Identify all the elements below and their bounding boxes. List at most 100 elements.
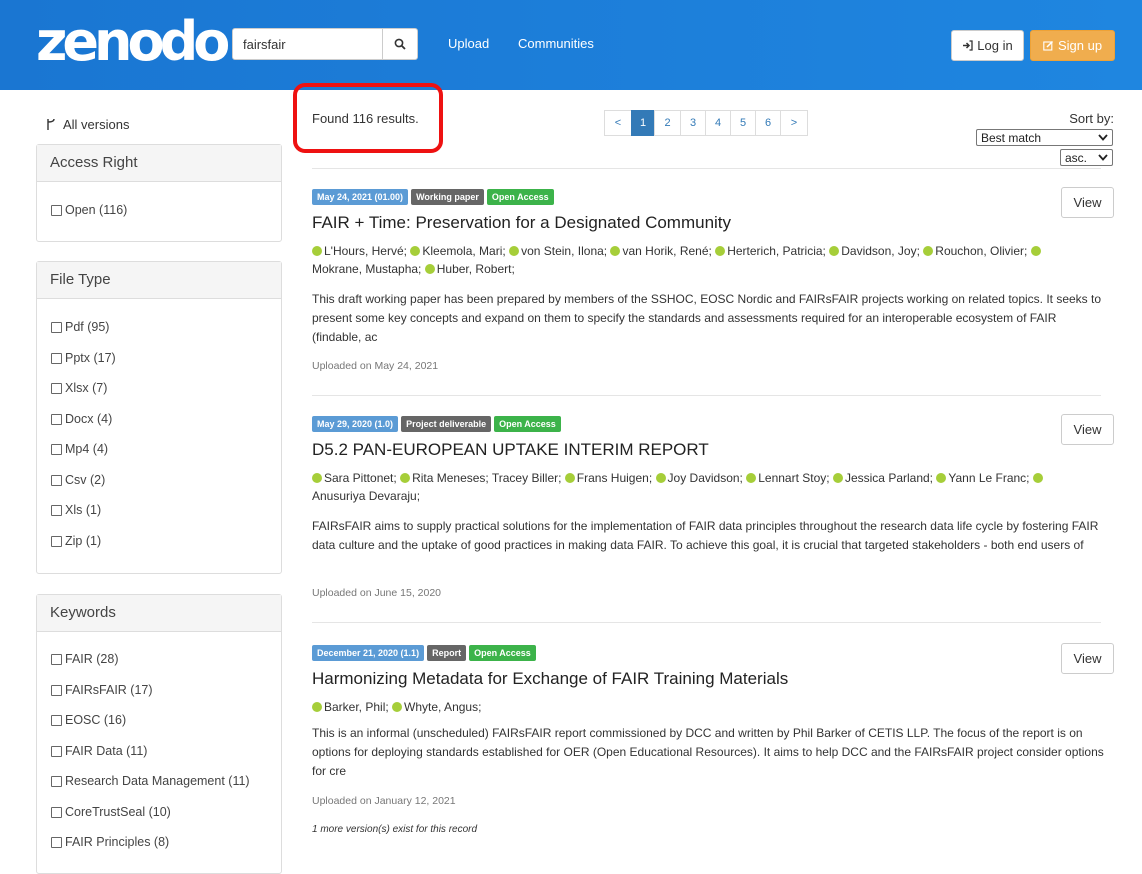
orcid-icon[interactable] bbox=[312, 702, 322, 712]
checkbox[interactable] bbox=[51, 413, 62, 425]
checkbox[interactable] bbox=[51, 443, 62, 455]
view-button[interactable]: View bbox=[1061, 414, 1114, 445]
facet-label: Open (116) bbox=[65, 203, 128, 217]
orcid-icon[interactable] bbox=[312, 473, 322, 483]
orcid-icon[interactable] bbox=[746, 473, 757, 483]
resource-type-badge[interactable]: Working paper bbox=[411, 189, 484, 205]
page-4[interactable]: 4 bbox=[705, 110, 731, 136]
checkbox[interactable] bbox=[51, 474, 62, 486]
orcid-icon[interactable] bbox=[1030, 246, 1041, 256]
facet-mp4[interactable]: Mp4 (4) bbox=[51, 442, 108, 456]
record-description: This draft working paper has been prepar… bbox=[312, 292, 1102, 344]
login-button[interactable]: Log in bbox=[951, 30, 1024, 61]
view-button[interactable]: View bbox=[1061, 187, 1114, 218]
author: Huber, Robert; bbox=[436, 262, 515, 276]
checkbox[interactable] bbox=[51, 535, 62, 547]
facet-keyword[interactable]: Research Data Management (11) bbox=[51, 774, 250, 788]
checkbox[interactable] bbox=[51, 684, 62, 696]
page-5[interactable]: 5 bbox=[730, 110, 756, 136]
checkbox[interactable] bbox=[51, 653, 62, 665]
record-title[interactable]: Harmonizing Metadata for Exchange of FAI… bbox=[312, 669, 788, 689]
orcid-icon[interactable] bbox=[400, 473, 411, 483]
author: Lennart Stoy; bbox=[758, 471, 830, 485]
orcid-icon[interactable] bbox=[923, 246, 934, 256]
version-date-badge[interactable]: May 29, 2020 (1.0) bbox=[312, 416, 399, 432]
author: Sara Pittonet; bbox=[324, 471, 397, 485]
facet-xls[interactable]: Xls (1) bbox=[51, 503, 101, 517]
orcid-icon[interactable] bbox=[1032, 473, 1043, 483]
resource-type-badge[interactable]: Project deliverable bbox=[401, 416, 492, 432]
page-6[interactable]: 6 bbox=[755, 110, 781, 136]
sort-by-label: Sort by: bbox=[1069, 111, 1114, 126]
record-description: FAIRsFAIR aims to supply practical solut… bbox=[312, 519, 1099, 552]
checkbox[interactable] bbox=[51, 806, 62, 818]
facet-keyword[interactable]: FAIR Data (11) bbox=[51, 744, 147, 758]
facet-docx[interactable]: Docx (4) bbox=[51, 412, 112, 426]
resource-type-badge[interactable]: Report bbox=[427, 645, 467, 661]
record-title[interactable]: FAIR + Time: Preservation for a Designat… bbox=[312, 213, 731, 233]
orcid-icon[interactable] bbox=[655, 473, 666, 483]
access-badge[interactable]: Open Access bbox=[494, 416, 561, 432]
facet-keyword[interactable]: EOSC (16) bbox=[51, 713, 126, 727]
checkbox[interactable] bbox=[51, 714, 62, 726]
version-date-badge[interactable]: December 21, 2020 (1.1) bbox=[312, 645, 425, 661]
facet-keyword[interactable]: FAIR (28) bbox=[51, 652, 119, 666]
order-select[interactable]: asc. bbox=[1060, 149, 1113, 166]
sort-select[interactable]: Best match bbox=[976, 129, 1113, 146]
author: Yann Le Franc; bbox=[948, 471, 1030, 485]
author: Mokrane, Mustapha; bbox=[312, 262, 422, 276]
author: Rouchon, Olivier; bbox=[935, 244, 1028, 258]
facet-label: Xlsx (7) bbox=[65, 381, 108, 395]
checkbox[interactable] bbox=[51, 321, 62, 333]
more-versions-note[interactable]: 1 more version(s) exist for this record bbox=[312, 824, 477, 835]
author: Rita Meneses; Tracey Biller; bbox=[412, 471, 562, 485]
page-prev[interactable]: < bbox=[604, 110, 632, 136]
orcid-icon[interactable] bbox=[392, 702, 403, 712]
all-versions-toggle[interactable]: All versions bbox=[46, 117, 129, 132]
facet-keyword[interactable]: FAIR Principles (8) bbox=[51, 835, 169, 849]
version-date-badge[interactable]: May 24, 2021 (01.00) bbox=[312, 189, 409, 205]
facet-pdf[interactable]: Pdf (95) bbox=[51, 320, 109, 334]
nav-upload-link[interactable]: Upload bbox=[448, 36, 489, 51]
facet-keyword[interactable]: FAIRsFAIR (17) bbox=[51, 683, 153, 697]
nav-communities-link[interactable]: Communities bbox=[518, 36, 594, 51]
access-badge[interactable]: Open Access bbox=[486, 189, 554, 205]
search-input[interactable] bbox=[233, 29, 382, 59]
top-header: zenodo Upload Communities Log in Sign up bbox=[0, 0, 1142, 90]
facet-xlsx[interactable]: Xlsx (7) bbox=[51, 381, 107, 395]
facet-pptx[interactable]: Pptx (17) bbox=[51, 351, 116, 365]
search-button[interactable] bbox=[382, 29, 417, 59]
orcid-icon[interactable] bbox=[509, 246, 520, 256]
orcid-icon[interactable] bbox=[610, 246, 621, 256]
page-3[interactable]: 3 bbox=[680, 110, 706, 136]
checkbox[interactable] bbox=[51, 352, 62, 364]
access-badge[interactable]: Open Access bbox=[469, 645, 536, 661]
checkbox[interactable] bbox=[51, 504, 62, 516]
facet-keyword[interactable]: CoreTrustSeal (10) bbox=[51, 805, 171, 819]
author: Anusuriya Devaraju; bbox=[312, 489, 421, 503]
record-uploaded-date: Uploaded on May 24, 2021 bbox=[312, 360, 439, 372]
checkbox[interactable] bbox=[51, 382, 62, 394]
orcid-icon[interactable] bbox=[410, 246, 421, 256]
orcid-icon[interactable] bbox=[715, 246, 726, 256]
checkbox[interactable] bbox=[51, 775, 62, 787]
record-title[interactable]: D5.2 PAN-EUROPEAN UPTAKE INTERIM REPORT bbox=[312, 440, 709, 460]
orcid-icon[interactable] bbox=[832, 473, 843, 483]
orcid-icon[interactable] bbox=[829, 246, 840, 256]
view-button[interactable]: View bbox=[1061, 643, 1114, 674]
page-next[interactable]: > bbox=[780, 110, 808, 136]
checkbox[interactable] bbox=[51, 204, 62, 216]
orcid-icon[interactable] bbox=[936, 473, 947, 483]
facet-csv[interactable]: Csv (2) bbox=[51, 473, 105, 487]
checkbox[interactable] bbox=[51, 745, 62, 757]
page-2[interactable]: 2 bbox=[654, 110, 681, 136]
page-1[interactable]: 1 bbox=[631, 110, 655, 136]
zenodo-logo[interactable]: zenodo bbox=[36, 4, 230, 80]
signup-button[interactable]: Sign up bbox=[1030, 30, 1115, 61]
orcid-icon[interactable] bbox=[564, 473, 575, 483]
orcid-icon[interactable] bbox=[312, 246, 322, 256]
facet-zip[interactable]: Zip (1) bbox=[51, 534, 101, 548]
orcid-icon[interactable] bbox=[424, 264, 435, 274]
facet-label: Pdf (95) bbox=[65, 320, 110, 334]
facet-open[interactable]: Open (116) bbox=[51, 203, 127, 217]
